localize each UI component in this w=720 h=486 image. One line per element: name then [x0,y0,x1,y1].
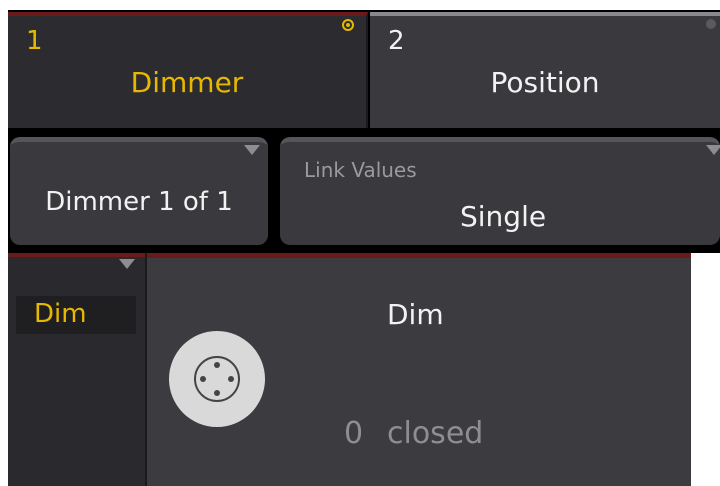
tab-number: 2 [388,26,405,56]
feature-select-label: Dimmer 1 of 1 [45,187,233,217]
encoder-name: Dim [387,298,444,331]
dropdown-arrow-icon[interactable] [119,259,135,269]
encoder-value: 0 [344,416,364,451]
link-values-caption: Link Values [304,158,417,182]
right-margin [691,253,720,486]
tab-number: 1 [26,26,43,56]
attribute-label: Dim [34,299,87,329]
dial-dot [200,376,206,382]
attribute-list: Dim [8,253,145,486]
tab-label: Position [490,66,600,99]
link-values-select[interactable]: Link Values Single [280,137,720,245]
encoder-panel[interactable]: Dim 0 closed [147,253,691,486]
status-dot-icon [342,19,354,31]
dial-inner [194,356,240,402]
dropdown-arrow-icon [244,145,260,155]
feature-select[interactable]: Dimmer 1 of 1 [10,137,268,245]
dial-dot [228,376,234,382]
dial-dot [214,390,220,396]
dropdown-arrow-icon [706,145,720,155]
tab-dimmer[interactable]: 1 Dimmer [8,12,368,128]
dial-dot [214,362,220,368]
encoder-state: closed [387,416,484,451]
tab-position[interactable]: 2 Position [370,12,720,128]
link-values-value: Single [460,200,547,233]
tab-label: Dimmer [130,66,244,99]
attribute-list-item[interactable]: Dim [16,296,136,334]
status-dot-icon [706,19,716,29]
dial-icon[interactable] [169,331,265,427]
